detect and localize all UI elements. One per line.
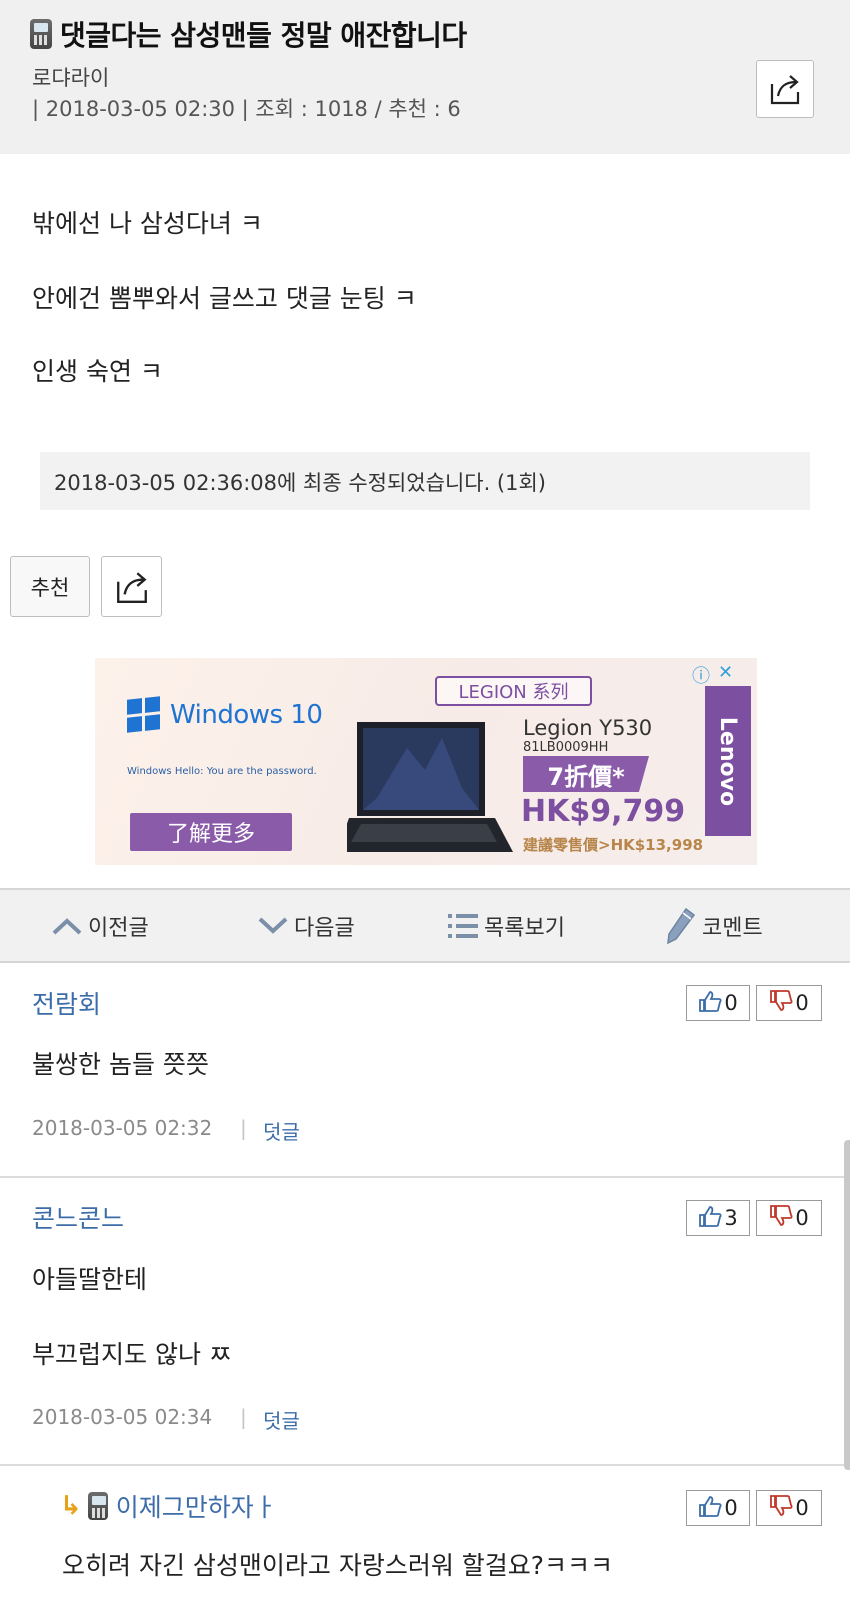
laptop-image xyxy=(347,722,513,852)
ad-info-icon[interactable]: ⓘ xyxy=(692,662,710,688)
thumbs-up-icon xyxy=(698,1495,722,1522)
ad-discount-badge: 7折價* xyxy=(523,756,649,792)
list-icon xyxy=(448,913,478,939)
thumbs-up-icon xyxy=(698,1205,722,1232)
comment-text: 오히려 자긴 삼성맨이라고 자랑스러워 할걸요?ㅋㅋㅋ xyxy=(62,1551,614,1580)
post-header: 댓글다는 삼성맨들 정말 애잔합니다 로댜라이 | 2018-03-05 02:… xyxy=(0,0,850,154)
downvote-count: 0 xyxy=(795,1496,809,1520)
comment-date: 2018-03-05 02:32 xyxy=(32,1116,213,1140)
downvote-count: 0 xyxy=(795,1206,809,1230)
phone-icon xyxy=(87,1492,108,1520)
recommend-button[interactable]: 추천 xyxy=(10,556,90,617)
upvote-count: 0 xyxy=(724,1496,738,1520)
post-meta: | 2018-03-05 02:30 | 조회 : 1018 / 추천 : 6 xyxy=(32,97,461,121)
list-label: 목록보기 xyxy=(484,915,565,941)
ad-model-code: 81LB0009HH xyxy=(523,740,609,755)
windows-logo-icon xyxy=(127,696,160,733)
comment-nav-button[interactable]: 코멘트 xyxy=(666,890,763,961)
thumbs-down-icon xyxy=(769,989,793,1017)
ad-original-price: 建議零售價>HK$13,998 xyxy=(523,836,704,854)
comment-divider xyxy=(0,1176,850,1178)
downvote-button[interactable]: 0 xyxy=(756,1200,822,1236)
post-author[interactable]: 로댜라이 xyxy=(32,62,109,92)
comment-text: 부끄럽지도 않나 ㅉ xyxy=(32,1340,232,1369)
pencil-icon xyxy=(666,907,696,945)
ad-controls: ⓘ ✕ xyxy=(692,662,733,688)
lenovo-text: Lenovo xyxy=(715,716,741,806)
reply-author-row: ↳ 이제그만하자ㅏ xyxy=(60,1488,277,1524)
edit-note: 2018-03-05 02:36:08에 최종 수정되었습니다. (1회) xyxy=(40,452,810,510)
upvote-count: 3 xyxy=(724,1206,738,1230)
prev-post-button[interactable]: 이전글 xyxy=(52,890,149,961)
upvote-count: 0 xyxy=(724,991,738,1015)
comment-date: 2018-03-05 02:34 xyxy=(32,1405,213,1429)
ad-close-icon[interactable]: ✕ xyxy=(718,662,733,688)
share-icon xyxy=(770,75,800,105)
lenovo-logo: Lenovo xyxy=(705,686,751,836)
downvote-button[interactable]: 0 xyxy=(756,1490,822,1526)
comment-nav-label: 코멘트 xyxy=(702,915,763,941)
next-post-label: 다음글 xyxy=(294,915,355,941)
comment-text: 불쌍한 놈들 쯧쯧 xyxy=(32,1050,209,1079)
upvote-button[interactable]: 0 xyxy=(686,985,750,1021)
scrollbar-thumb[interactable] xyxy=(844,1140,850,1470)
downvote-button[interactable]: 0 xyxy=(756,985,822,1021)
reply-arrow-icon: ↳ xyxy=(60,1491,82,1521)
ad-price: HK$9,799 xyxy=(521,794,686,829)
thumbs-down-icon xyxy=(769,1204,793,1232)
comment-separator: | xyxy=(240,1405,247,1429)
ad-windows-text: Windows 10 xyxy=(170,699,323,730)
post-body-line: 밖에선 나 삼성다녀 ㅋ xyxy=(32,209,263,238)
upvote-button[interactable]: 3 xyxy=(686,1200,750,1236)
ad-windows-brand: Windows 10 xyxy=(127,696,323,733)
post-body-line: 인생 숙연 ㅋ xyxy=(32,357,163,386)
ad-legion-label: LEGION 系列 xyxy=(435,676,592,706)
upvote-button[interactable]: 0 xyxy=(686,1490,750,1526)
ad-hello-text: Windows Hello: You are the password. xyxy=(127,766,317,777)
chevron-up-icon xyxy=(52,917,82,935)
share-button[interactable] xyxy=(101,556,162,617)
reply-link[interactable]: 덧글 xyxy=(263,1116,300,1145)
comment-divider xyxy=(0,1464,850,1466)
ad-model-name: Legion Y530 xyxy=(523,716,653,740)
comment-author[interactable]: 콘느콘느 xyxy=(32,1199,124,1235)
share-icon xyxy=(116,571,147,603)
ad-banner[interactable]: Windows 10 Windows Hello: You are the pa… xyxy=(95,658,757,865)
list-button[interactable]: 목록보기 xyxy=(448,890,565,961)
chevron-down-icon xyxy=(258,917,288,935)
ad-cta-button[interactable]: 了解更多 xyxy=(130,813,292,851)
prev-post-label: 이전글 xyxy=(88,915,149,941)
title-row: 댓글다는 삼성맨들 정말 애잔합니다 xyxy=(30,14,467,54)
comment-text: 아들딸한테 xyxy=(32,1265,148,1294)
comment-author[interactable]: 전람회 xyxy=(32,985,101,1021)
next-post-button[interactable]: 다음글 xyxy=(258,890,355,961)
comment-separator: | xyxy=(240,1116,247,1140)
phone-icon xyxy=(30,19,52,49)
post-title: 댓글다는 삼성맨들 정말 애잔합니다 xyxy=(60,19,467,52)
downvote-count: 0 xyxy=(795,991,809,1015)
comment-author[interactable]: 이제그만하자ㅏ xyxy=(116,1488,277,1524)
post-body-line: 안에건 뽐뿌와서 글쓰고 댓글 눈팅 ㅋ xyxy=(32,284,417,313)
share-button-top[interactable] xyxy=(756,60,814,118)
thumbs-down-icon xyxy=(769,1494,793,1522)
thumbs-up-icon xyxy=(698,990,722,1017)
post-navigation: 이전글 다음글 목록보기 코멘트 xyxy=(0,888,850,963)
reply-link[interactable]: 덧글 xyxy=(263,1405,300,1434)
